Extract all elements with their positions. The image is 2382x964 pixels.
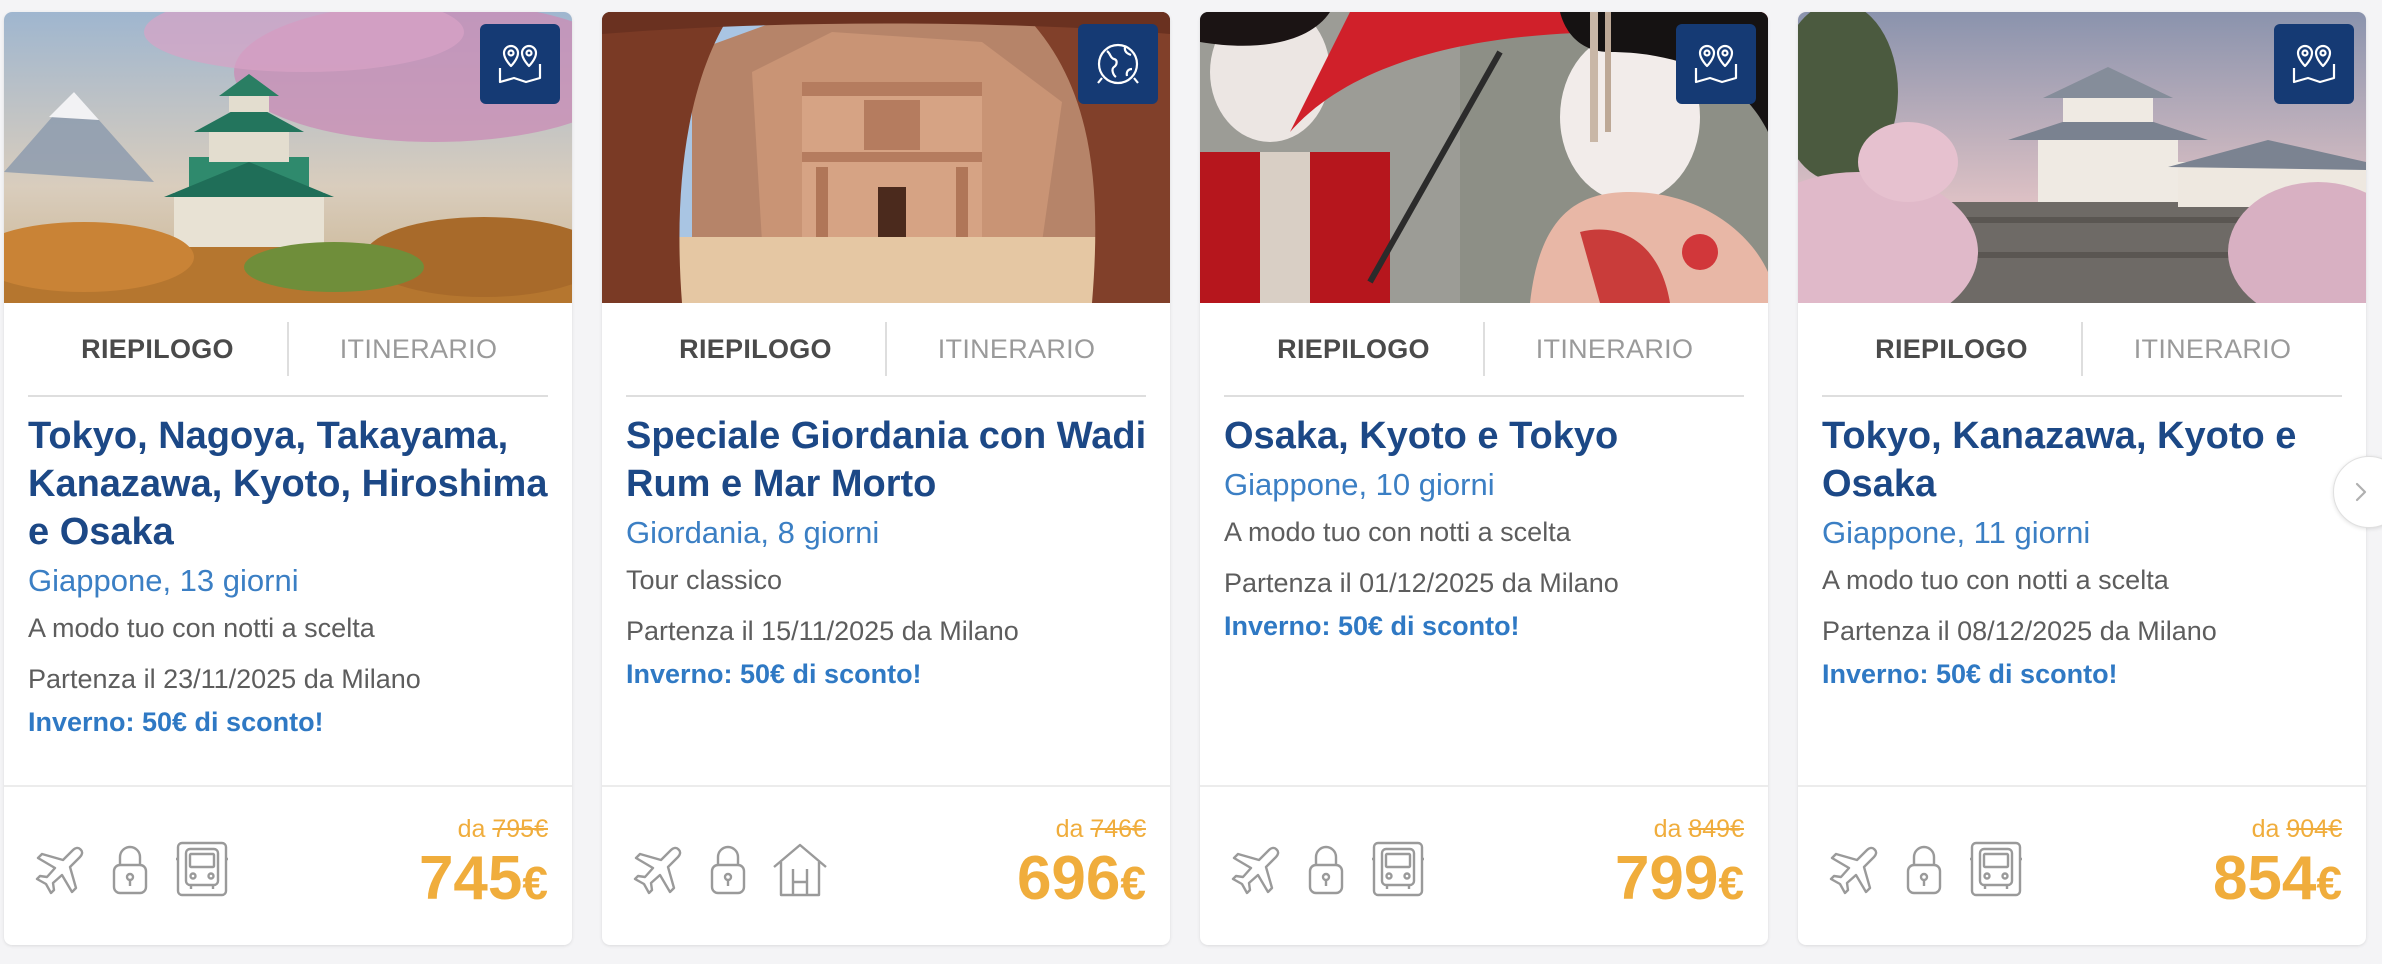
card-tabs: RIEPILOGO ITINERARIO — [28, 303, 548, 397]
current-price: 696€ — [1017, 846, 1146, 916]
old-price: da 849€ — [1615, 815, 1744, 844]
card-tabs: RIEPILOGO ITINERARIO — [1224, 303, 1744, 397]
price-prefix: da — [457, 815, 486, 843]
included-services — [626, 839, 842, 899]
tour-card[interactable]: RIEPILOGO ITINERARIO Speciale Giordania … — [602, 12, 1170, 945]
lock-icon — [1894, 839, 1954, 899]
promo-text: Inverno: 50€ di sconto! — [626, 659, 922, 689]
price-prefix: da — [1055, 815, 1084, 843]
lock-icon — [1296, 839, 1356, 899]
tour-card[interactable]: RIEPILOGO ITINERARIO Tokyo, Kanazawa, Ky… — [1798, 12, 2366, 945]
included-services — [1224, 839, 1440, 899]
card-footer: da 904€ 854€ — [1798, 785, 2366, 945]
tour-departure: Partenza il 01/12/2025 da Milano — [1224, 568, 1619, 598]
currency-symbol: € — [2316, 857, 2342, 909]
tour-card[interactable]: RIEPILOGO ITINERARIO Tokyo, Nagoya, Taka… — [4, 12, 572, 945]
tab-itinerario[interactable]: ITINERARIO — [1485, 334, 1744, 365]
old-price-value: 795€ — [492, 815, 548, 843]
price-block: da 849€ 799€ — [1615, 815, 1744, 916]
tab-itinerario[interactable]: ITINERARIO — [289, 334, 548, 365]
tour-title[interactable]: Tokyo, Kanazawa, Kyoto e Osaka — [1822, 412, 2346, 508]
card-tabs: RIEPILOGO ITINERARIO — [626, 303, 1146, 397]
price-prefix: da — [2251, 815, 2280, 843]
included-services — [28, 839, 244, 899]
tab-riepilogo[interactable]: RIEPILOGO — [28, 334, 287, 365]
current-price: 799€ — [1615, 846, 1744, 916]
old-price: da 795€ — [419, 815, 548, 844]
lock-icon — [698, 839, 758, 899]
price-block: da 904€ 854€ — [2213, 815, 2342, 916]
card-content: Tokyo, Nagoya, Takayama, Kanazawa, Kyoto… — [28, 412, 552, 738]
currency-symbol: € — [522, 857, 548, 909]
old-price: da 904€ — [2213, 815, 2342, 844]
tour-title[interactable]: Osaka, Kyoto e Tokyo — [1224, 412, 1748, 460]
plane-icon — [1822, 839, 1882, 899]
tour-destination: Giappone, 11 giorni — [1822, 515, 2091, 550]
card-content: Osaka, Kyoto e Tokyo Giappone, 10 giorni… — [1224, 412, 1748, 642]
bus-icon — [1966, 839, 2026, 899]
price-value: 745 — [418, 844, 523, 913]
promo-text: Inverno: 50€ di sconto! — [28, 707, 324, 737]
price-value: 854 — [2212, 844, 2317, 913]
currency-symbol: € — [1718, 857, 1744, 909]
old-price-value: 746€ — [1090, 815, 1146, 843]
plane-icon — [28, 839, 88, 899]
card-footer: da 849€ 799€ — [1200, 785, 1768, 945]
price-value: 696 — [1016, 844, 1121, 913]
tab-itinerario[interactable]: ITINERARIO — [887, 334, 1146, 365]
tab-riepilogo[interactable]: RIEPILOGO — [1822, 334, 2081, 365]
tour-photo-geisha[interactable] — [1200, 12, 1768, 303]
tour-departure: Partenza il 15/11/2025 da Milano — [626, 616, 1019, 646]
currency-symbol: € — [1120, 857, 1146, 909]
tab-riepilogo[interactable]: RIEPILOGO — [626, 334, 885, 365]
tour-card[interactable]: RIEPILOGO ITINERARIO Osaka, Kyoto e Toky… — [1200, 12, 1768, 945]
tour-photo-osaka-castle[interactable] — [4, 12, 572, 303]
card-content: Speciale Giordania con Wadi Rum e Mar Mo… — [626, 412, 1150, 690]
old-price: da 746€ — [1017, 815, 1146, 844]
plane-icon — [626, 839, 686, 899]
tour-destination: Giappone, 13 giorni — [28, 563, 299, 598]
promo-text: Inverno: 50€ di sconto! — [1822, 659, 2118, 689]
old-price-value: 904€ — [2286, 815, 2342, 843]
map-pins-icon — [480, 24, 560, 104]
tour-photo-petra[interactable] — [602, 12, 1170, 303]
card-footer: da 795€ 745€ — [4, 785, 572, 945]
tour-type: Tour classico — [626, 565, 783, 595]
tab-riepilogo[interactable]: RIEPILOGO — [1224, 334, 1483, 365]
tour-photo-kanazawa-castle[interactable] — [1798, 12, 2366, 303]
tour-type: A modo tuo con notti a scelta — [1224, 517, 1571, 547]
current-price: 854€ — [2213, 846, 2342, 916]
lock-icon — [100, 839, 160, 899]
tour-title[interactable]: Tokyo, Nagoya, Takayama, Kanazawa, Kyoto… — [28, 412, 552, 556]
old-price-value: 849€ — [1688, 815, 1744, 843]
price-block: da 795€ 745€ — [419, 815, 548, 916]
plane-icon — [1224, 839, 1284, 899]
tour-type: A modo tuo con notti a scelta — [28, 613, 375, 643]
card-footer: da 746€ 696€ — [602, 785, 1170, 945]
chevron-right-icon — [2355, 482, 2367, 502]
price-value: 799 — [1614, 844, 1719, 913]
map-pins-icon — [1676, 24, 1756, 104]
bus-icon — [1368, 839, 1428, 899]
hotel-icon — [770, 839, 830, 899]
tab-itinerario[interactable]: ITINERARIO — [2083, 334, 2342, 365]
globe-icon — [1078, 24, 1158, 104]
tour-type: A modo tuo con notti a scelta — [1822, 565, 2169, 595]
tour-departure: Partenza il 08/12/2025 da Milano — [1822, 616, 2217, 646]
card-content: Tokyo, Kanazawa, Kyoto e Osaka Giappone,… — [1822, 412, 2346, 690]
tour-destination: Giordania, 8 giorni — [626, 515, 880, 550]
tour-destination: Giappone, 10 giorni — [1224, 467, 1495, 502]
map-pins-icon — [2274, 24, 2354, 104]
included-services — [1822, 839, 2038, 899]
bus-icon — [172, 839, 232, 899]
tour-title[interactable]: Speciale Giordania con Wadi Rum e Mar Mo… — [626, 412, 1150, 508]
price-block: da 746€ 696€ — [1017, 815, 1146, 916]
tour-carousel: RIEPILOGO ITINERARIO Tokyo, Nagoya, Taka… — [0, 0, 2382, 964]
card-tabs: RIEPILOGO ITINERARIO — [1822, 303, 2342, 397]
promo-text: Inverno: 50€ di sconto! — [1224, 611, 1520, 641]
current-price: 745€ — [419, 846, 548, 916]
tour-departure: Partenza il 23/11/2025 da Milano — [28, 664, 421, 694]
price-prefix: da — [1653, 815, 1682, 843]
